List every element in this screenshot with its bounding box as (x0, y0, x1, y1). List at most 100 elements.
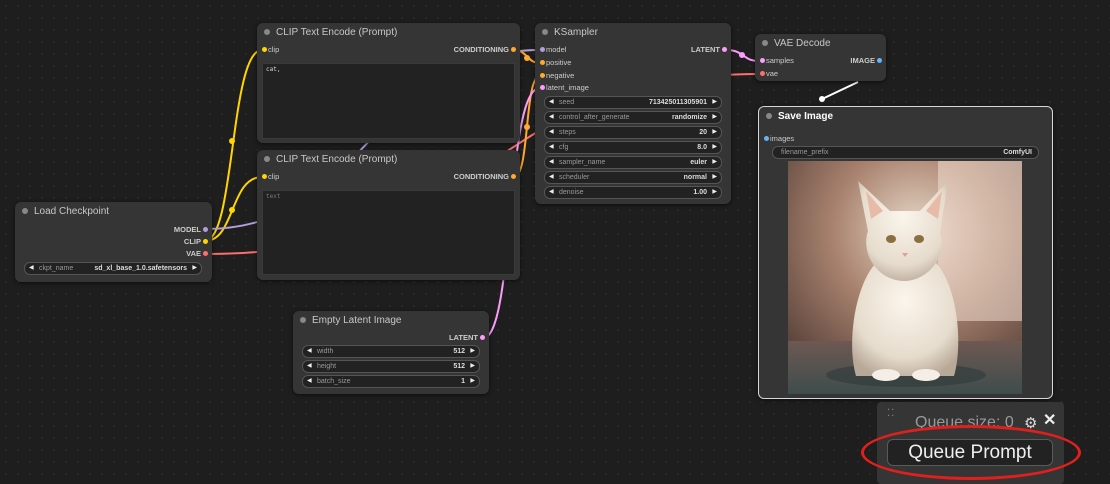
collapse-dot-icon[interactable] (264, 156, 270, 162)
input-clip[interactable]: clip (262, 44, 279, 56)
arrow-left-icon[interactable]: ◀ (549, 142, 554, 153)
arrow-right-icon[interactable]: ▶ (470, 346, 475, 357)
collapse-dot-icon[interactable] (22, 208, 28, 214)
arrow-left-icon[interactable]: ◀ (549, 157, 554, 168)
socket-icon[interactable] (511, 174, 516, 179)
close-icon[interactable]: ✕ (1043, 410, 1056, 430)
wire-image (819, 81, 859, 101)
socket-icon[interactable] (760, 58, 765, 63)
arrow-left-icon[interactable]: ◀ (549, 172, 554, 183)
prompt-textarea[interactable]: cat, (262, 63, 515, 139)
input-positive[interactable]: positive (540, 57, 571, 69)
widget-sampler-name[interactable]: ◀ sampler_name euler ▶ (544, 156, 722, 169)
socket-icon[interactable] (262, 47, 267, 52)
input-latent-image[interactable]: latent_image (540, 82, 589, 94)
ckpt-name-combo[interactable]: ◀ ckpt_name sd_xl_base_1.0.safetensors ▶ (24, 262, 202, 275)
gear-icon[interactable]: ⚙ (1024, 414, 1037, 432)
input-clip[interactable]: clip (262, 171, 279, 183)
cat-photo-icon (788, 161, 1022, 394)
output-clip[interactable]: CLIP (184, 236, 208, 248)
load-checkpoint-node[interactable]: Load Checkpoint MODEL CLIP VAE ◀ ckpt_na… (15, 202, 212, 282)
save-image-node[interactable]: Save Image images filename_prefix ComfyUI (758, 106, 1053, 399)
widget-filename-prefix[interactable]: filename_prefix ComfyUI (772, 146, 1039, 159)
arrow-left-icon[interactable]: ◀ (307, 376, 312, 387)
generated-cat-image[interactable] (788, 161, 1022, 394)
collapse-dot-icon[interactable] (762, 40, 768, 46)
arrow-left-icon[interactable]: ◀ (549, 97, 554, 108)
output-latent[interactable]: LATENT (691, 44, 727, 56)
socket-icon[interactable] (203, 239, 208, 244)
collapse-dot-icon[interactable] (300, 317, 306, 323)
prompt-textarea[interactable]: text (262, 190, 515, 275)
vae-decode-node[interactable]: VAE Decode samples vae IMAGE (755, 34, 886, 81)
widget-seed[interactable]: ◀ seed 713425011305901 ▶ (544, 96, 722, 109)
output-conditioning[interactable]: CONDITIONING (454, 44, 516, 56)
collapse-dot-icon[interactable] (264, 29, 270, 35)
arrow-left-icon[interactable]: ◀ (549, 112, 554, 123)
arrow-right-icon[interactable]: ▶ (470, 361, 475, 372)
arrow-right-icon[interactable]: ▶ (712, 127, 717, 138)
arrow-right-icon[interactable]: ▶ (712, 142, 717, 153)
output-latent[interactable]: LATENT (449, 332, 485, 344)
widget-width[interactable]: ◀ width 512 ▶ (302, 345, 480, 358)
node-title[interactable]: Load Checkpoint (15, 202, 212, 222)
drag-handle-icon[interactable]: ⁚⁚ (887, 409, 895, 419)
socket-icon[interactable] (540, 60, 545, 65)
queue-prompt-button[interactable]: Queue Prompt (887, 439, 1053, 466)
output-image[interactable]: IMAGE (850, 55, 882, 67)
arrow-right-icon[interactable]: ▶ (192, 263, 197, 274)
input-samples[interactable]: samples (760, 55, 794, 67)
socket-icon[interactable] (262, 174, 267, 179)
wire-clip-positive (204, 49, 263, 242)
arrow-left-icon[interactable]: ◀ (549, 127, 554, 138)
widget-batch-size[interactable]: ◀ batch_size 1 ▶ (302, 375, 480, 388)
node-title[interactable]: CLIP Text Encode (Prompt) (257, 150, 520, 170)
ksampler-node[interactable]: KSampler model positive negative latent_… (535, 23, 731, 204)
output-conditioning[interactable]: CONDITIONING (454, 171, 516, 183)
empty-latent-image-node[interactable]: Empty Latent Image LATENT ◀ width 512 ▶ ◀ he… (293, 311, 489, 394)
output-model[interactable]: MODEL (174, 224, 208, 236)
collapse-dot-icon[interactable] (766, 113, 772, 119)
socket-icon[interactable] (760, 71, 765, 76)
socket-icon[interactable] (540, 47, 545, 52)
widget-steps[interactable]: ◀ steps 20 ▶ (544, 126, 722, 139)
node-title[interactable]: Empty Latent Image (293, 311, 489, 331)
arrow-right-icon[interactable]: ▶ (712, 97, 717, 108)
queue-size-label: Queue size: 0 (915, 414, 1014, 431)
socket-icon[interactable] (480, 335, 485, 340)
clip-text-encode-positive-node[interactable]: CLIP Text Encode (Prompt) clip CONDITION… (257, 23, 520, 143)
arrow-left-icon[interactable]: ◀ (307, 361, 312, 372)
widget-scheduler[interactable]: ◀ scheduler normal ▶ (544, 171, 722, 184)
socket-icon[interactable] (540, 73, 545, 78)
arrow-right-icon[interactable]: ▶ (712, 172, 717, 183)
input-model[interactable]: model (540, 44, 566, 56)
arrow-right-icon[interactable]: ▶ (712, 187, 717, 198)
clip-text-encode-negative-node[interactable]: CLIP Text Encode (Prompt) clip CONDITION… (257, 150, 520, 280)
socket-icon[interactable] (540, 85, 545, 90)
widget-control-after-generate[interactable]: ◀ control_after_generate randomize ▶ (544, 111, 722, 124)
widget-denoise[interactable]: ◀ denoise 1.00 ▶ (544, 186, 722, 199)
arrow-left-icon[interactable]: ◀ (29, 263, 34, 274)
node-title[interactable]: KSampler (535, 23, 731, 43)
arrow-right-icon[interactable]: ▶ (470, 376, 475, 387)
input-images[interactable]: images (764, 133, 794, 145)
socket-icon[interactable] (203, 227, 208, 232)
arrow-left-icon[interactable]: ◀ (307, 346, 312, 357)
collapse-dot-icon[interactable] (542, 29, 548, 35)
node-title[interactable]: Save Image (759, 107, 1052, 127)
arrow-right-icon[interactable]: ▶ (712, 112, 717, 123)
socket-icon[interactable] (203, 251, 208, 256)
input-vae[interactable]: vae (760, 68, 778, 80)
output-vae[interactable]: VAE (186, 248, 208, 260)
socket-icon[interactable] (877, 58, 882, 63)
node-title[interactable]: CLIP Text Encode (Prompt) (257, 23, 520, 43)
input-negative[interactable]: negative (540, 70, 574, 82)
widget-height[interactable]: ◀ height 512 ▶ (302, 360, 480, 373)
arrow-right-icon[interactable]: ▶ (712, 157, 717, 168)
socket-icon[interactable] (722, 47, 727, 52)
widget-cfg[interactable]: ◀ cfg 8.0 ▶ (544, 141, 722, 154)
socket-icon[interactable] (511, 47, 516, 52)
node-title[interactable]: VAE Decode (755, 34, 886, 54)
socket-icon[interactable] (764, 136, 769, 141)
arrow-left-icon[interactable]: ◀ (549, 187, 554, 198)
